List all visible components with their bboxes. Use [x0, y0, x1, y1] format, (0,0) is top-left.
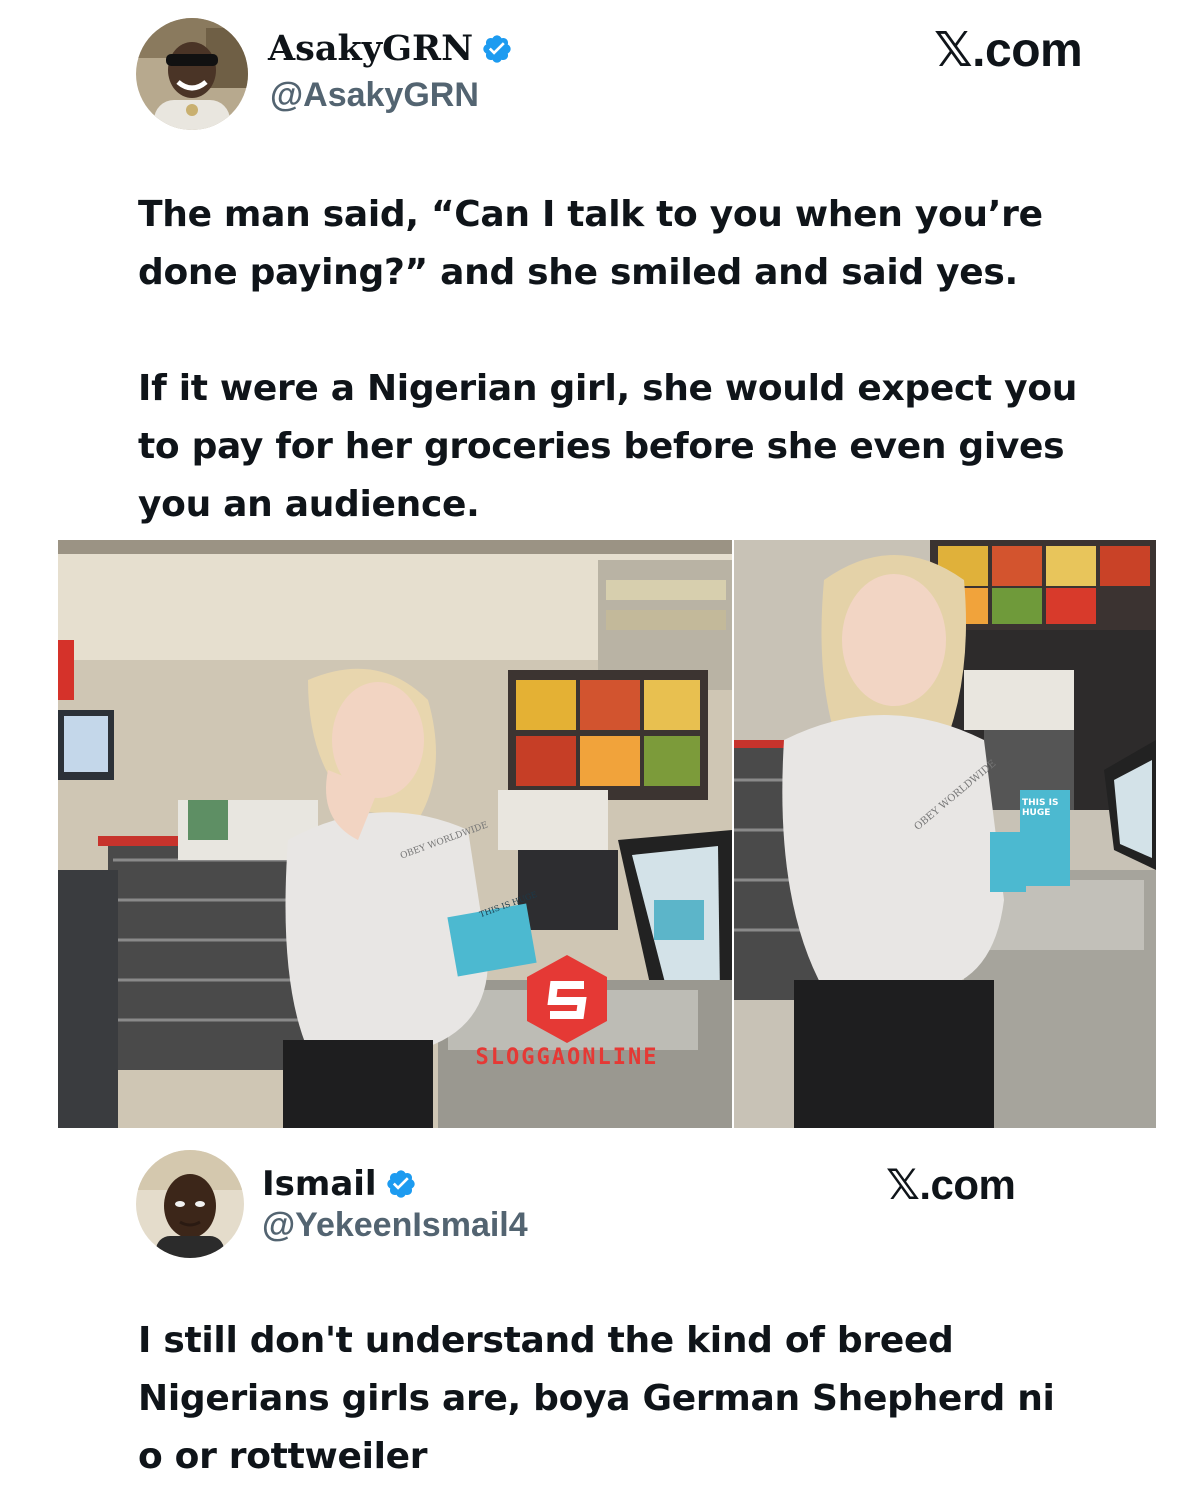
author-handle[interactable]: @AsakyGRN [270, 76, 479, 115]
author-name-text: AsakyGRN [268, 28, 474, 69]
reply-handle[interactable]: @YekeenIsmail4 [262, 1206, 528, 1245]
reply-body: I still don't understand the kind of bre… [138, 1312, 1068, 1486]
right-box-print: THIS IS HUGE [1022, 798, 1059, 818]
tweet-body: The man said, “Can I talk to you when yo… [138, 186, 1098, 534]
verified-badge-icon [481, 33, 513, 65]
tweet-paragraph-2: If it were a Nigerian girl, she would ex… [138, 368, 1078, 525]
reply-avatar[interactable] [136, 1150, 244, 1258]
watermark-text: SLOGGAONLINE [475, 1045, 659, 1070]
verified-badge-icon [385, 1168, 417, 1200]
reply-text: I still don't understand the kind of bre… [138, 1320, 1055, 1477]
author-avatar[interactable] [136, 18, 248, 130]
reply-name-text: Ismail [262, 1164, 377, 1204]
watermark: SLOGGAONLINE [462, 953, 672, 1073]
reply-x-brand-link[interactable]: 𝕏.com [886, 1160, 1016, 1209]
tweet-paragraph-1: The man said, “Can I talk to you when yo… [138, 194, 1043, 293]
author-display-name[interactable]: AsakyGRN [268, 28, 513, 69]
reply-display-name[interactable]: Ismail [262, 1164, 417, 1204]
tweet-photo-right[interactable]: OBEY WORLDWIDE THIS IS HUGE [734, 540, 1156, 1128]
x-brand-link[interactable]: 𝕏.com [934, 22, 1083, 78]
